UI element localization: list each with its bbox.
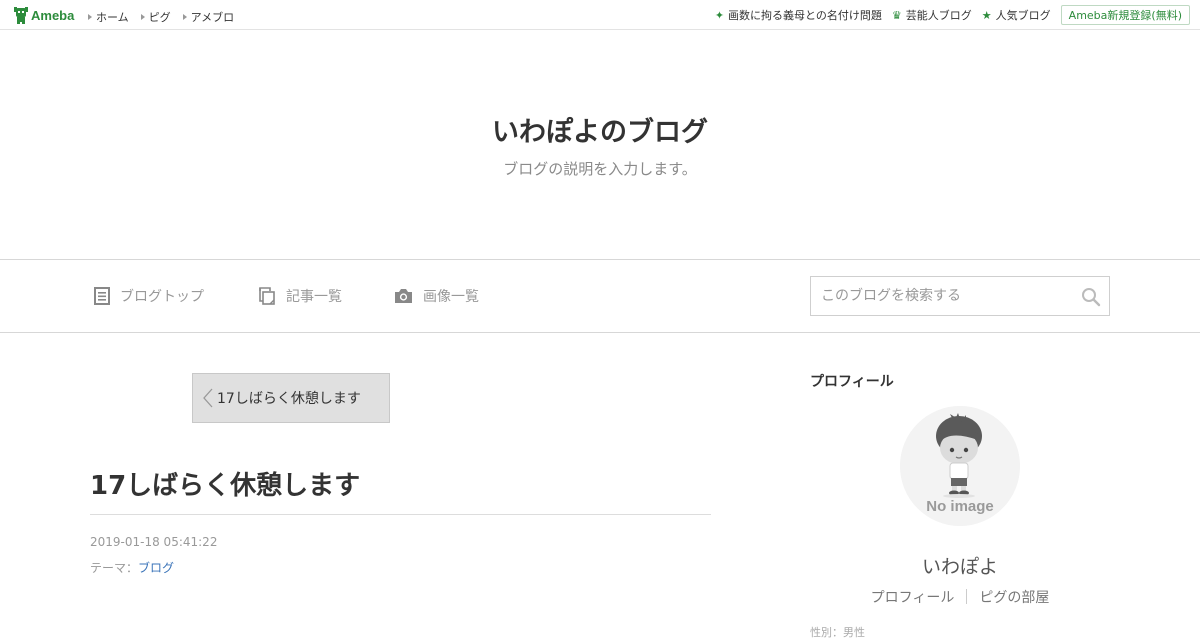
camera-icon xyxy=(395,289,412,303)
entry-date: 2019-01-18 05:41:22 xyxy=(90,535,218,549)
global-nav: ホーム ピグ アメブロ xyxy=(88,9,246,25)
triangle-right-icon xyxy=(182,14,187,20)
blog-search xyxy=(810,276,1110,316)
nav-blog-top-label: ブログトップ xyxy=(120,289,204,305)
global-header: Ameba ホーム ピグ アメブロ ✦ 画数に拘る義母との名付け問題 ♛ 芸能人ブロ… xyxy=(0,0,1200,30)
document-icon xyxy=(94,287,110,305)
celebrity-blog-link[interactable]: ♛ 芸能人ブログ xyxy=(892,7,972,23)
link-separator xyxy=(966,589,968,604)
profile-link[interactable]: プロフィール xyxy=(871,587,955,607)
search-input[interactable] xyxy=(811,277,1071,315)
theme-link[interactable]: ブログ xyxy=(138,561,174,575)
previous-entry-label: 17しばらく休憩します xyxy=(217,391,361,407)
ameba-logo[interactable]: Ameba xyxy=(14,6,74,24)
search-icon[interactable] xyxy=(1081,287,1101,307)
pigg-room-link[interactable]: ピグの部屋 xyxy=(979,587,1049,607)
crown-icon: ♛ xyxy=(891,8,902,22)
sparkle-icon: ✦ xyxy=(714,8,725,22)
ameba-mascot-icon xyxy=(14,6,28,24)
chevron-left-icon xyxy=(203,388,213,408)
blog-nav: ブログトップ 記事一覧 画像一覧 xyxy=(0,259,1200,333)
avatar[interactable]: No image xyxy=(900,406,1020,526)
global-nav-label: アメブロ xyxy=(190,11,235,24)
nav-entry-list[interactable]: 記事一覧 xyxy=(259,286,342,306)
profile-name[interactable]: いわぽよ xyxy=(810,552,1110,579)
previous-entry-button[interactable]: 17しばらく休憩します xyxy=(192,373,390,423)
profile-heading: プロフィール xyxy=(810,374,894,390)
entry-title[interactable]: 17しばらく休憩します xyxy=(90,465,360,502)
nav-image-list-label: 画像一覧 xyxy=(423,289,479,305)
trending-topic-link[interactable]: ✦ 画数に拘る義母との名付け問題 xyxy=(715,7,882,23)
signup-button[interactable]: Ameba新規登録(無料) xyxy=(1060,5,1190,25)
trending-topic-label: 画数に拘る義母との名付け問題 xyxy=(728,9,882,22)
blog-description: ブログの説明を入力します。 xyxy=(503,160,697,178)
blog-title[interactable]: いわぽよのブログ xyxy=(0,110,1200,149)
pages-icon xyxy=(259,287,275,305)
header-links: ✦ 画数に拘る義母との名付け問題 ♛ 芸能人ブログ ★ 人気ブログ Ameba新規登録… xyxy=(715,5,1190,25)
nav-image-list[interactable]: 画像一覧 xyxy=(394,286,479,306)
no-image-text: No image xyxy=(926,498,994,515)
popular-blog-label: 人気ブログ xyxy=(995,9,1051,22)
nav-blog-top[interactable]: ブログトップ xyxy=(94,286,204,306)
star-icon: ★ xyxy=(981,8,992,22)
title-divider xyxy=(90,514,711,515)
popular-blog-link[interactable]: ★ 人気ブログ xyxy=(982,7,1051,23)
global-nav-label: ピグ xyxy=(148,11,171,24)
global-nav-home[interactable]: ホーム xyxy=(88,9,129,25)
logo-text: Ameba xyxy=(31,7,75,23)
nav-entry-list-label: 記事一覧 xyxy=(286,289,342,305)
global-nav-pigg[interactable]: ピグ xyxy=(140,9,171,25)
triangle-right-icon xyxy=(140,14,145,20)
theme-label: テーマ： xyxy=(90,561,139,575)
profile-detail-text: 性別：男性 xyxy=(810,626,865,639)
triangle-right-icon xyxy=(88,14,92,20)
global-nav-ameblo[interactable]: アメブロ xyxy=(182,9,235,25)
celebrity-blog-label: 芸能人ブログ xyxy=(905,9,972,22)
profile-links: プロフィール ピグの部屋 xyxy=(810,587,1110,607)
entry-theme: テーマ：ブログ xyxy=(90,559,174,576)
global-nav-label: ホーム xyxy=(96,11,129,24)
